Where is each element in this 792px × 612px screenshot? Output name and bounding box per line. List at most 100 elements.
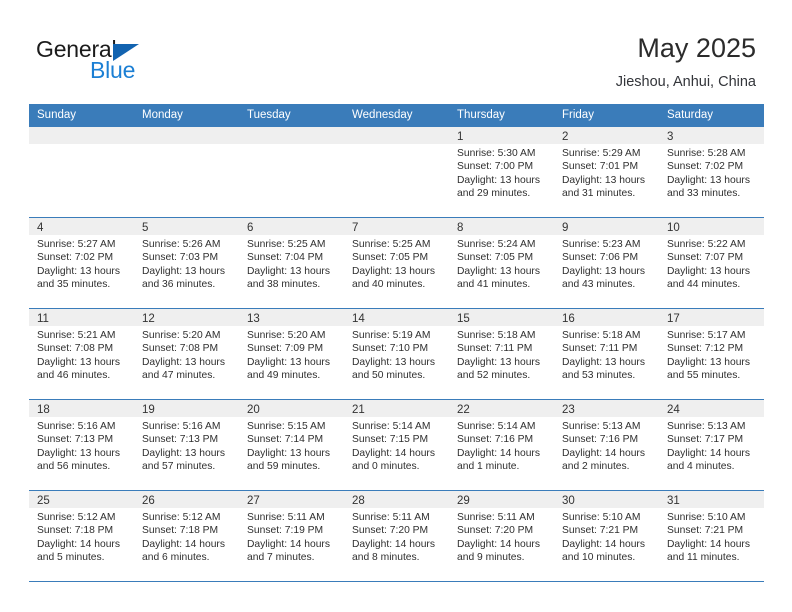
sunrise-text: Sunrise: 5:28 AM [667,148,746,159]
calendar-day-cell[interactable]: 7 Sunrise: 5:25 AM Sunset: 7:05 PM Daylight… [344,218,449,308]
sunset-text: Sunset: 7:21 PM [562,525,639,537]
calendar-day-cell-empty [344,127,449,217]
calendar-day-cell[interactable]: 24 Sunrise: 5:13 AM Sunset: 7:17 PM Dayligh… [659,400,764,490]
daylight-text-line2: and 40 minutes. [352,279,426,291]
sunset-text: Sunset: 7:03 PM [142,252,219,264]
day-sun-info: Sunrise: 5:17 AM Sunset: 7:12 PM Daylight:… [659,326,764,383]
page-subtitle: Jieshou, Anhui, China [615,74,756,90]
day-number-band: 29 [449,491,554,508]
day-sun-info: Sunrise: 5:19 AM Sunset: 7:10 PM Daylight:… [344,326,449,383]
calendar-week-row: 11 Sunrise: 5:21 AM Sunset: 7:08 PM Dayligh… [29,308,764,399]
day-number-band: 12 [134,309,239,326]
day-number-band: 3 [659,127,764,144]
daylight-text-line2: and 11 minutes. [667,552,740,564]
calendar-day-cell[interactable]: 29 Sunrise: 5:11 AM Sunset: 7:20 PM Dayligh… [449,491,554,581]
day-number-band: 4 [29,218,134,235]
daylight-text-line1: Daylight: 14 hours [37,538,120,550]
day-sun-info: Sunrise: 5:14 AM Sunset: 7:16 PM Daylight:… [449,417,554,474]
daylight-text-line2: and 2 minutes. [562,461,630,473]
sunrise-text: Sunrise: 5:30 AM [457,148,536,159]
sunset-text: Sunset: 7:04 PM [247,252,324,264]
day-sun-info: Sunrise: 5:13 AM Sunset: 7:17 PM Daylight:… [659,417,764,474]
day-number-band: 30 [554,491,659,508]
title-block: May 2025 Jieshou, Anhui, China [616,32,756,92]
daylight-text-line1: Daylight: 14 hours [142,538,225,550]
daylight-text-line2: and 59 minutes. [247,461,321,473]
day-sun-info: Sunrise: 5:29 AM Sunset: 7:01 PM Daylight:… [554,144,659,201]
day-number: 24 [667,404,680,416]
sunset-text: Sunset: 7:07 PM [667,252,744,264]
day-sun-info: Sunrise: 5:20 AM Sunset: 7:08 PM Daylight:… [134,326,239,383]
daylight-text-line1: Daylight: 13 hours [457,356,540,368]
sunset-text: Sunset: 7:05 PM [457,252,534,264]
calendar-day-cell[interactable]: 16 Sunrise: 5:18 AM Sunset: 7:11 PM Dayligh… [554,309,659,399]
sunrise-text: Sunrise: 5:11 AM [352,512,430,523]
calendar-day-cell[interactable]: 13 Sunrise: 5:20 AM Sunset: 7:09 PM Dayligh… [239,309,344,399]
calendar-day-cell[interactable]: 4 Sunrise: 5:27 AM Sunset: 7:02 PM Daylight… [29,218,134,308]
day-number: 1 [457,131,464,143]
calendar-day-cell[interactable]: 12 Sunrise: 5:20 AM Sunset: 7:08 PM Dayligh… [134,309,239,399]
calendar-day-cell[interactable]: 5 Sunrise: 5:26 AM Sunset: 7:03 PM Daylight… [134,218,239,308]
daylight-text-line1: Daylight: 13 hours [37,265,120,277]
calendar-day-cell[interactable]: 2 Sunrise: 5:29 AM Sunset: 7:01 PM Daylight… [554,127,659,217]
sunrise-text: Sunrise: 5:10 AM [562,512,641,523]
sunset-text: Sunset: 7:02 PM [667,161,744,173]
day-number: 30 [562,495,575,507]
calendar-week-row: 18 Sunrise: 5:16 AM Sunset: 7:13 PM Dayligh… [29,399,764,490]
calendar-day-cell[interactable]: 21 Sunrise: 5:14 AM Sunset: 7:15 PM Dayligh… [344,400,449,490]
day-sun-info: Sunrise: 5:18 AM Sunset: 7:11 PM Daylight:… [449,326,554,383]
daylight-text-line1: Daylight: 13 hours [667,174,750,186]
day-number-band: 25 [29,491,134,508]
daylight-text-line1: Daylight: 13 hours [37,356,120,368]
daylight-text-line1: Daylight: 14 hours [562,538,645,550]
calendar-grid: Sunday Monday Tuesday Wednesday Thursday… [29,104,764,582]
day-number-band: 22 [449,400,554,417]
calendar-day-cell[interactable]: 20 Sunrise: 5:15 AM Sunset: 7:14 PM Dayligh… [239,400,344,490]
sunset-text: Sunset: 7:00 PM [457,161,534,173]
calendar-day-cell[interactable]: 30 Sunrise: 5:10 AM Sunset: 7:21 PM Dayligh… [554,491,659,581]
sunset-text: Sunset: 7:18 PM [37,525,114,537]
day-sun-info: Sunrise: 5:11 AM Sunset: 7:19 PM Daylight:… [239,508,344,565]
weekday-header-thursday: Thursday [457,109,505,121]
calendar-day-cell[interactable]: 8 Sunrise: 5:24 AM Sunset: 7:05 PM Daylight… [449,218,554,308]
calendar-day-cell[interactable]: 28 Sunrise: 5:11 AM Sunset: 7:20 PM Dayligh… [344,491,449,581]
weekday-header-sunday: Sunday [37,109,77,121]
day-number: 15 [457,313,470,325]
sunset-text: Sunset: 7:06 PM [562,252,639,264]
day-number-band: 16 [554,309,659,326]
calendar-day-cell[interactable]: 18 Sunrise: 5:16 AM Sunset: 7:13 PM Dayligh… [29,400,134,490]
calendar-day-cell[interactable]: 3 Sunrise: 5:28 AM Sunset: 7:02 PM Daylight… [659,127,764,217]
calendar-day-cell[interactable]: 10 Sunrise: 5:22 AM Sunset: 7:07 PM Dayligh… [659,218,764,308]
calendar-day-cell[interactable]: 25 Sunrise: 5:12 AM Sunset: 7:18 PM Dayligh… [29,491,134,581]
day-number-band: 21 [344,400,449,417]
weekday-header-saturday: Saturday [667,109,714,121]
calendar-day-cell[interactable]: 22 Sunrise: 5:14 AM Sunset: 7:16 PM Dayligh… [449,400,554,490]
calendar-day-cell[interactable]: 17 Sunrise: 5:17 AM Sunset: 7:12 PM Dayligh… [659,309,764,399]
daylight-text-line2: and 5 minutes. [37,552,105,564]
sunrise-text: Sunrise: 5:29 AM [562,148,641,159]
sunrise-text: Sunrise: 5:12 AM [142,512,221,523]
sunrise-text: Sunrise: 5:14 AM [352,421,431,432]
calendar-day-cell-empty [134,127,239,217]
calendar-day-cell[interactable]: 27 Sunrise: 5:11 AM Sunset: 7:19 PM Dayligh… [239,491,344,581]
sunrise-text: Sunrise: 5:18 AM [457,330,536,341]
calendar-day-cell[interactable]: 1 Sunrise: 5:30 AM Sunset: 7:00 PM Daylight… [449,127,554,217]
calendar-day-cell[interactable]: 9 Sunrise: 5:23 AM Sunset: 7:06 PM Daylight… [554,218,659,308]
daylight-text-line2: and 29 minutes. [457,188,531,200]
calendar-day-cell[interactable]: 26 Sunrise: 5:12 AM Sunset: 7:18 PM Dayligh… [134,491,239,581]
day-number-band [134,127,239,144]
sunrise-text: Sunrise: 5:11 AM [457,512,535,523]
day-sun-info: Sunrise: 5:16 AM Sunset: 7:13 PM Daylight:… [134,417,239,474]
calendar-day-cell[interactable]: 15 Sunrise: 5:18 AM Sunset: 7:11 PM Dayligh… [449,309,554,399]
calendar-day-cell[interactable]: 14 Sunrise: 5:19 AM Sunset: 7:10 PM Dayligh… [344,309,449,399]
general-blue-logo[interactable]: General Blue [36,36,186,88]
calendar-day-cell[interactable]: 19 Sunrise: 5:16 AM Sunset: 7:13 PM Dayligh… [134,400,239,490]
calendar-day-cell[interactable]: 11 Sunrise: 5:21 AM Sunset: 7:08 PM Dayligh… [29,309,134,399]
daylight-text-line2: and 52 minutes. [457,370,531,382]
calendar-day-cell[interactable]: 23 Sunrise: 5:13 AM Sunset: 7:16 PM Dayligh… [554,400,659,490]
weekday-header-row: Sunday Monday Tuesday Wednesday Thursday… [29,104,764,126]
calendar-day-cell[interactable]: 6 Sunrise: 5:25 AM Sunset: 7:04 PM Daylight… [239,218,344,308]
calendar-day-cell[interactable]: 31 Sunrise: 5:10 AM Sunset: 7:21 PM Dayligh… [659,491,764,581]
daylight-text-line2: and 50 minutes. [352,370,426,382]
sunset-text: Sunset: 7:01 PM [562,161,639,173]
